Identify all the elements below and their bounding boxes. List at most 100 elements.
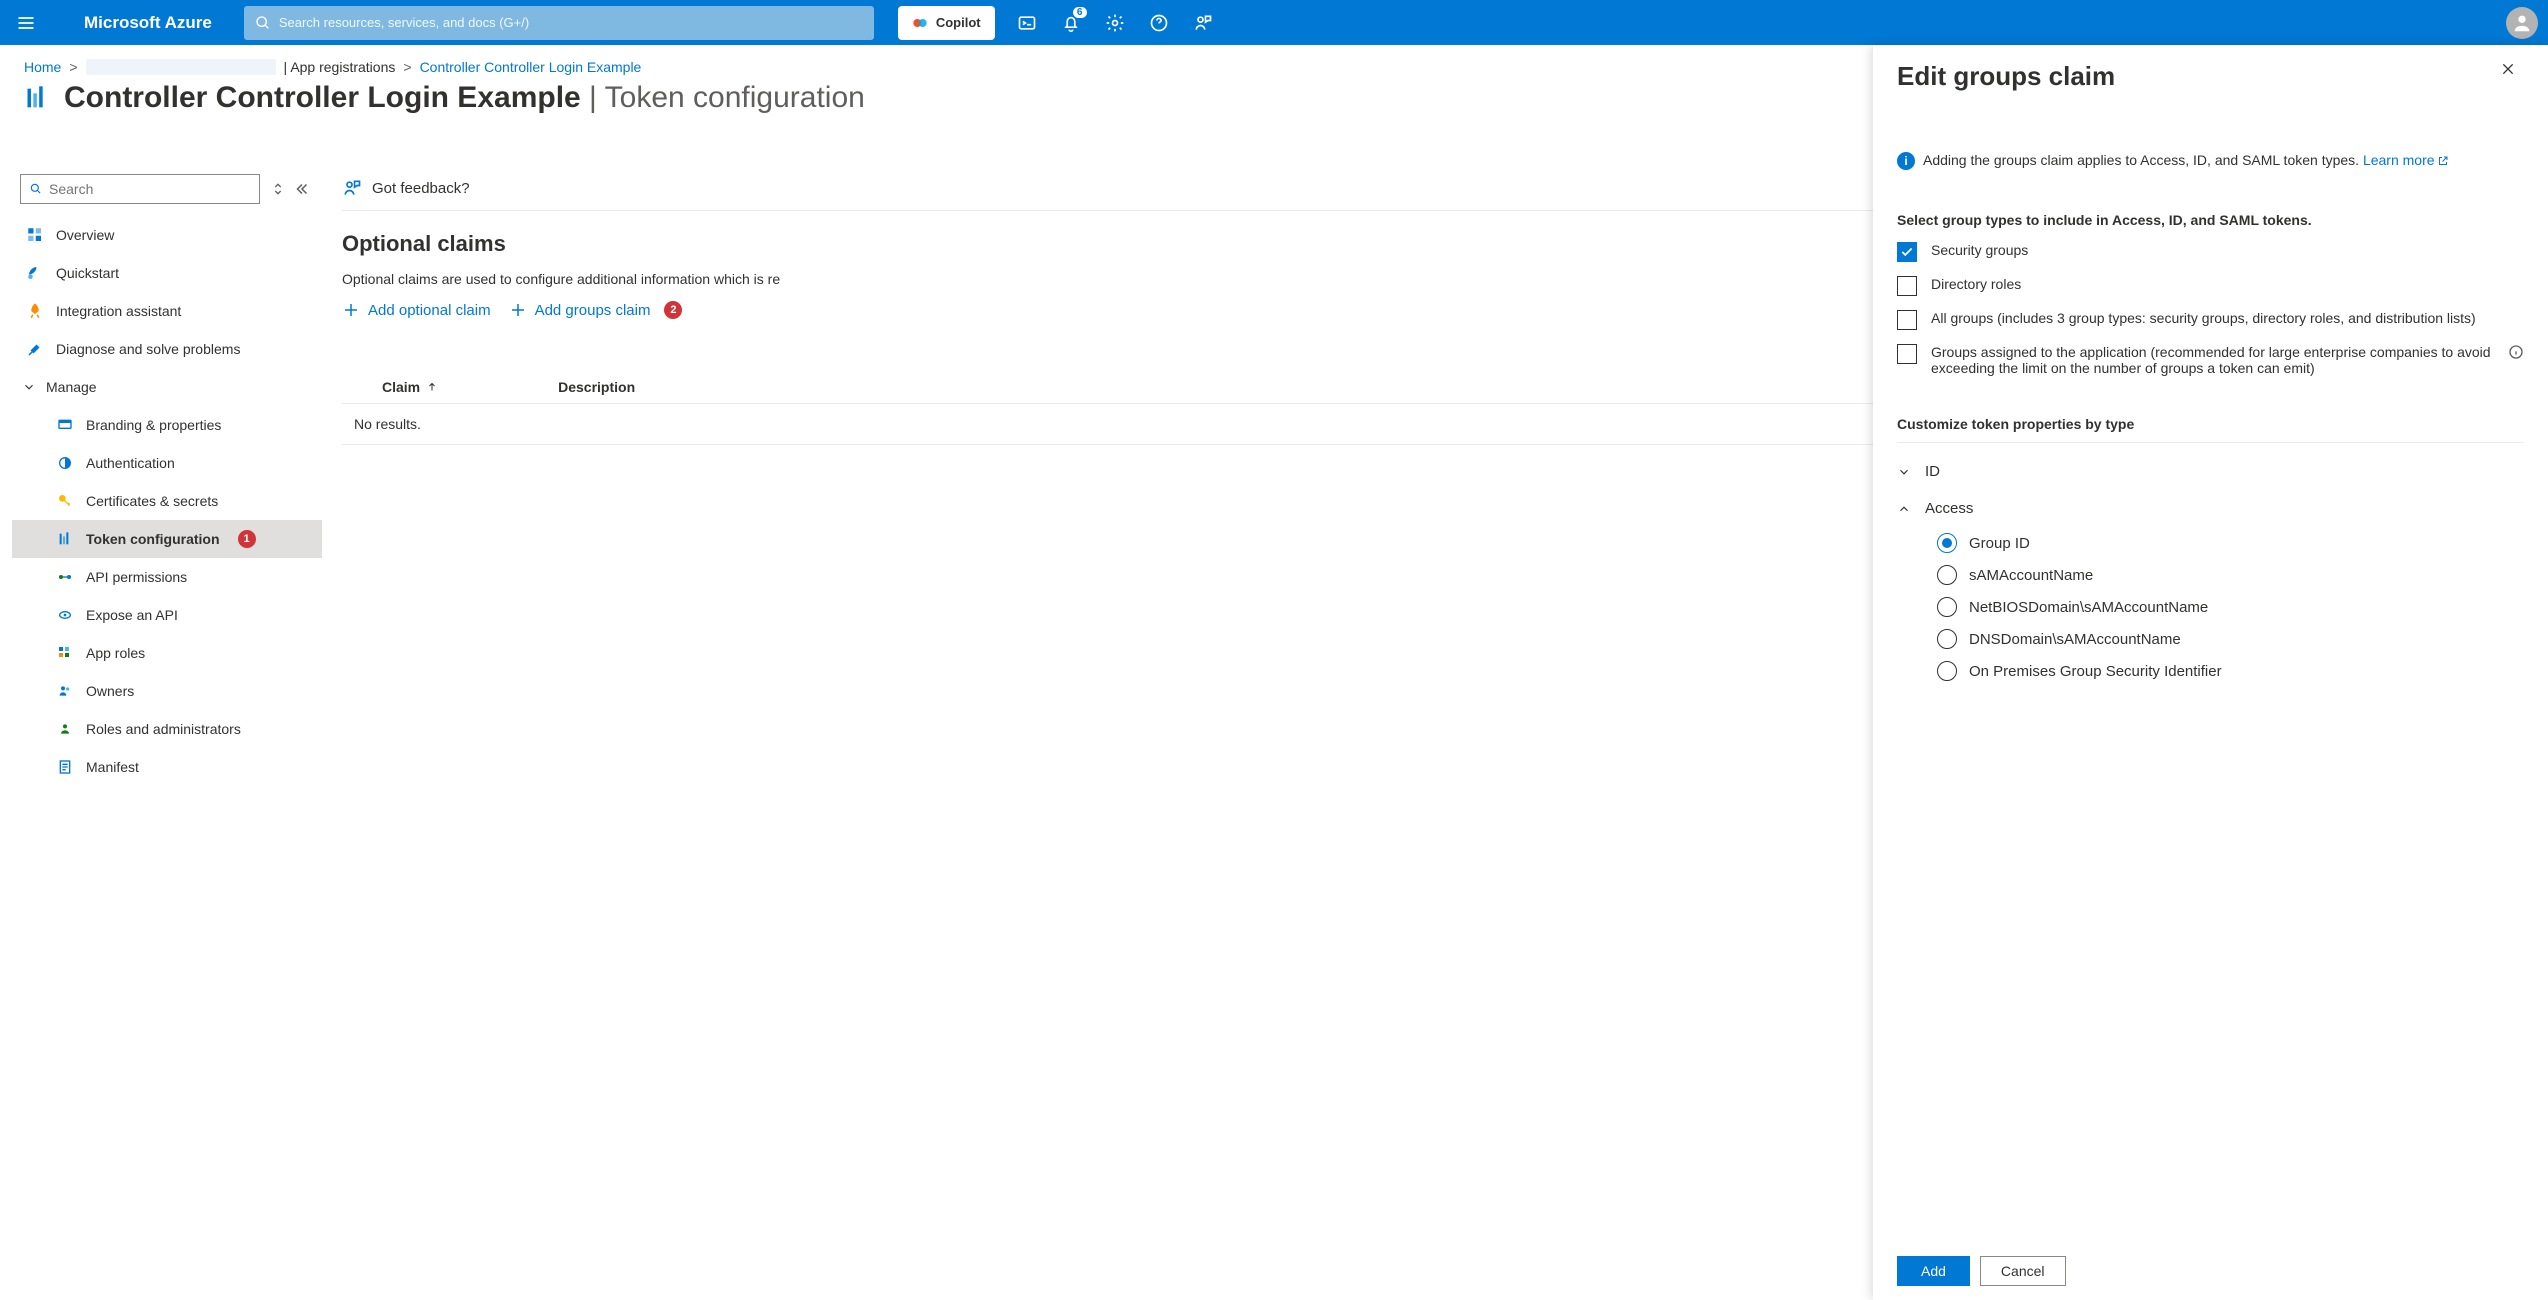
settings-button[interactable] [1095, 3, 1135, 43]
checkbox-all-groups[interactable]: All groups (includes 3 group types: secu… [1897, 310, 2524, 330]
sidebar-item-label: Roles and administrators [86, 721, 241, 737]
add-groups-label: Add groups claim [535, 302, 651, 319]
select-group-types-heading: Select group types to include in Access,… [1897, 212, 2524, 228]
plus-icon [509, 301, 527, 319]
add-groups-badge: 2 [664, 301, 682, 319]
flyout-footer: Add Cancel [1897, 1242, 2524, 1300]
global-search[interactable] [244, 6, 874, 40]
sidebar-item-roles-admin[interactable]: Roles and administrators [12, 710, 322, 748]
person-feedback-icon [1193, 13, 1213, 33]
copilot-button[interactable]: Copilot [898, 6, 995, 40]
breadcrumb-current[interactable]: Controller Controller Login Example [420, 59, 642, 75]
radio-group-id[interactable]: Group ID [1937, 527, 2524, 559]
column-claim[interactable]: Claim [382, 379, 438, 395]
page-title-sep: | [581, 81, 605, 114]
api-perm-icon [56, 568, 74, 586]
learn-more-label: Learn more [2363, 152, 2435, 168]
help-button[interactable] [1139, 3, 1179, 43]
checkbox-icon[interactable] [1897, 242, 1917, 262]
add-optional-claim-button[interactable]: Add optional claim [342, 301, 491, 319]
notifications-button[interactable]: 6 [1051, 3, 1091, 43]
sidebar-search[interactable] [20, 174, 260, 204]
edit-groups-claim-panel: Edit groups claim i Adding the groups cl… [1873, 45, 2548, 1300]
feedback-button[interactable] [1183, 3, 1223, 43]
checkbox-label: All groups (includes 3 group types: secu… [1931, 310, 2476, 326]
user-avatar[interactable] [2506, 7, 2538, 39]
checkbox-assigned-groups[interactable]: Groups assigned to the application (reco… [1897, 344, 2524, 376]
breadcrumb-sep: > [403, 59, 411, 75]
approles-icon [56, 644, 74, 662]
radio-dns[interactable]: DNSDomain\sAMAccountName [1937, 623, 2524, 655]
sidebar-item-label: Certificates & secrets [86, 493, 218, 509]
checkbox-label: Groups assigned to the application (reco… [1931, 344, 2494, 376]
breadcrumb-home[interactable]: Home [24, 59, 61, 75]
checkbox-icon[interactable] [1897, 276, 1917, 296]
radio-icon[interactable] [1937, 533, 1957, 553]
sidebar-item-certs[interactable]: Certificates & secrets [12, 482, 322, 520]
top-header: Microsoft Azure Copilot 6 [0, 0, 2548, 45]
cancel-button[interactable]: Cancel [1980, 1256, 2066, 1286]
sidebar-item-label: Diagnose and solve problems [56, 341, 240, 357]
checkbox-directory-roles[interactable]: Directory roles [1897, 276, 2524, 296]
radio-icon[interactable] [1937, 597, 1957, 617]
external-link-icon [2437, 155, 2449, 167]
global-search-input[interactable] [279, 15, 863, 30]
close-button[interactable] [2500, 61, 2524, 85]
sidebar-item-manifest[interactable]: Manifest [12, 748, 322, 786]
sidebar-item-label: Manifest [86, 759, 139, 775]
radio-icon[interactable] [1937, 565, 1957, 585]
branding-icon [56, 416, 74, 434]
key-icon [56, 492, 74, 510]
sidebar-group-label: Manage [46, 379, 97, 395]
sidebar-item-owners[interactable]: Owners [12, 672, 322, 710]
add-groups-claim-button[interactable]: Add groups claim 2 [509, 301, 683, 319]
sidebar-item-quickstart[interactable]: Quickstart [12, 254, 322, 292]
add-button[interactable]: Add [1897, 1256, 1970, 1286]
hamburger-menu[interactable] [6, 3, 46, 43]
sidebar-item-api-permissions[interactable]: API permissions [12, 558, 322, 596]
sidebar-item-token-config[interactable]: Token configuration 1 [12, 520, 322, 558]
sidebar-item-branding[interactable]: Branding & properties [12, 406, 322, 444]
sidebar-item-overview[interactable]: Overview [12, 216, 322, 254]
accordion-id[interactable]: ID [1897, 453, 2524, 490]
accordion-access[interactable]: Access [1897, 490, 2524, 527]
checkbox-icon[interactable] [1897, 344, 1917, 364]
checkbox-icon[interactable] [1897, 310, 1917, 330]
sidebar-item-label: Overview [56, 227, 114, 243]
sidebar-item-expose-api[interactable]: Expose an API [12, 596, 322, 634]
radio-onprem[interactable]: On Premises Group Security Identifier [1937, 655, 2524, 687]
sidebar-search-input[interactable] [49, 181, 251, 197]
brand-label[interactable]: Microsoft Azure [54, 13, 236, 33]
cloud-shell-icon [1017, 13, 1037, 33]
gear-icon [1105, 13, 1125, 33]
auth-icon [56, 454, 74, 472]
sidebar-item-auth[interactable]: Authentication [12, 444, 322, 482]
expand-icon[interactable] [270, 181, 286, 197]
page-title: Controller Controller Login Example [64, 81, 581, 114]
learn-more-link[interactable]: Learn more [2363, 152, 2449, 168]
feedback-label: Got feedback? [372, 180, 470, 197]
radio-icon[interactable] [1937, 661, 1957, 681]
breadcrumb-appreg[interactable]: App registrations [290, 59, 395, 75]
info-icon: i [1897, 152, 1915, 170]
radio-icon[interactable] [1937, 629, 1957, 649]
cloud-shell-button[interactable] [1007, 3, 1047, 43]
rocket-icon [26, 302, 44, 320]
radio-netbios[interactable]: NetBIOSDomain\sAMAccountName [1937, 591, 2524, 623]
copilot-label: Copilot [936, 15, 981, 30]
info-icon[interactable] [2508, 344, 2524, 360]
sidebar-item-app-roles[interactable]: App roles [12, 634, 322, 672]
customize-heading: Customize token properties by type [1897, 416, 2524, 443]
sidebar-item-integration[interactable]: Integration assistant [12, 292, 322, 330]
chevron-up-icon [1897, 502, 1911, 516]
chevron-down-icon [22, 380, 36, 394]
radio-sam[interactable]: sAMAccountName [1937, 559, 2524, 591]
chevron-down-icon [1897, 465, 1911, 479]
collapse-sidebar-icon[interactable] [296, 180, 314, 198]
flyout-info-text: Adding the groups claim applies to Acces… [1923, 152, 2363, 168]
sidebar-group-manage[interactable]: Manage [12, 368, 322, 406]
checkbox-security-groups[interactable]: Security groups [1897, 242, 2524, 262]
column-description[interactable]: Description [558, 379, 635, 395]
radio-label: NetBIOSDomain\sAMAccountName [1969, 599, 2208, 616]
sidebar-item-diagnose[interactable]: Diagnose and solve problems [12, 330, 322, 368]
